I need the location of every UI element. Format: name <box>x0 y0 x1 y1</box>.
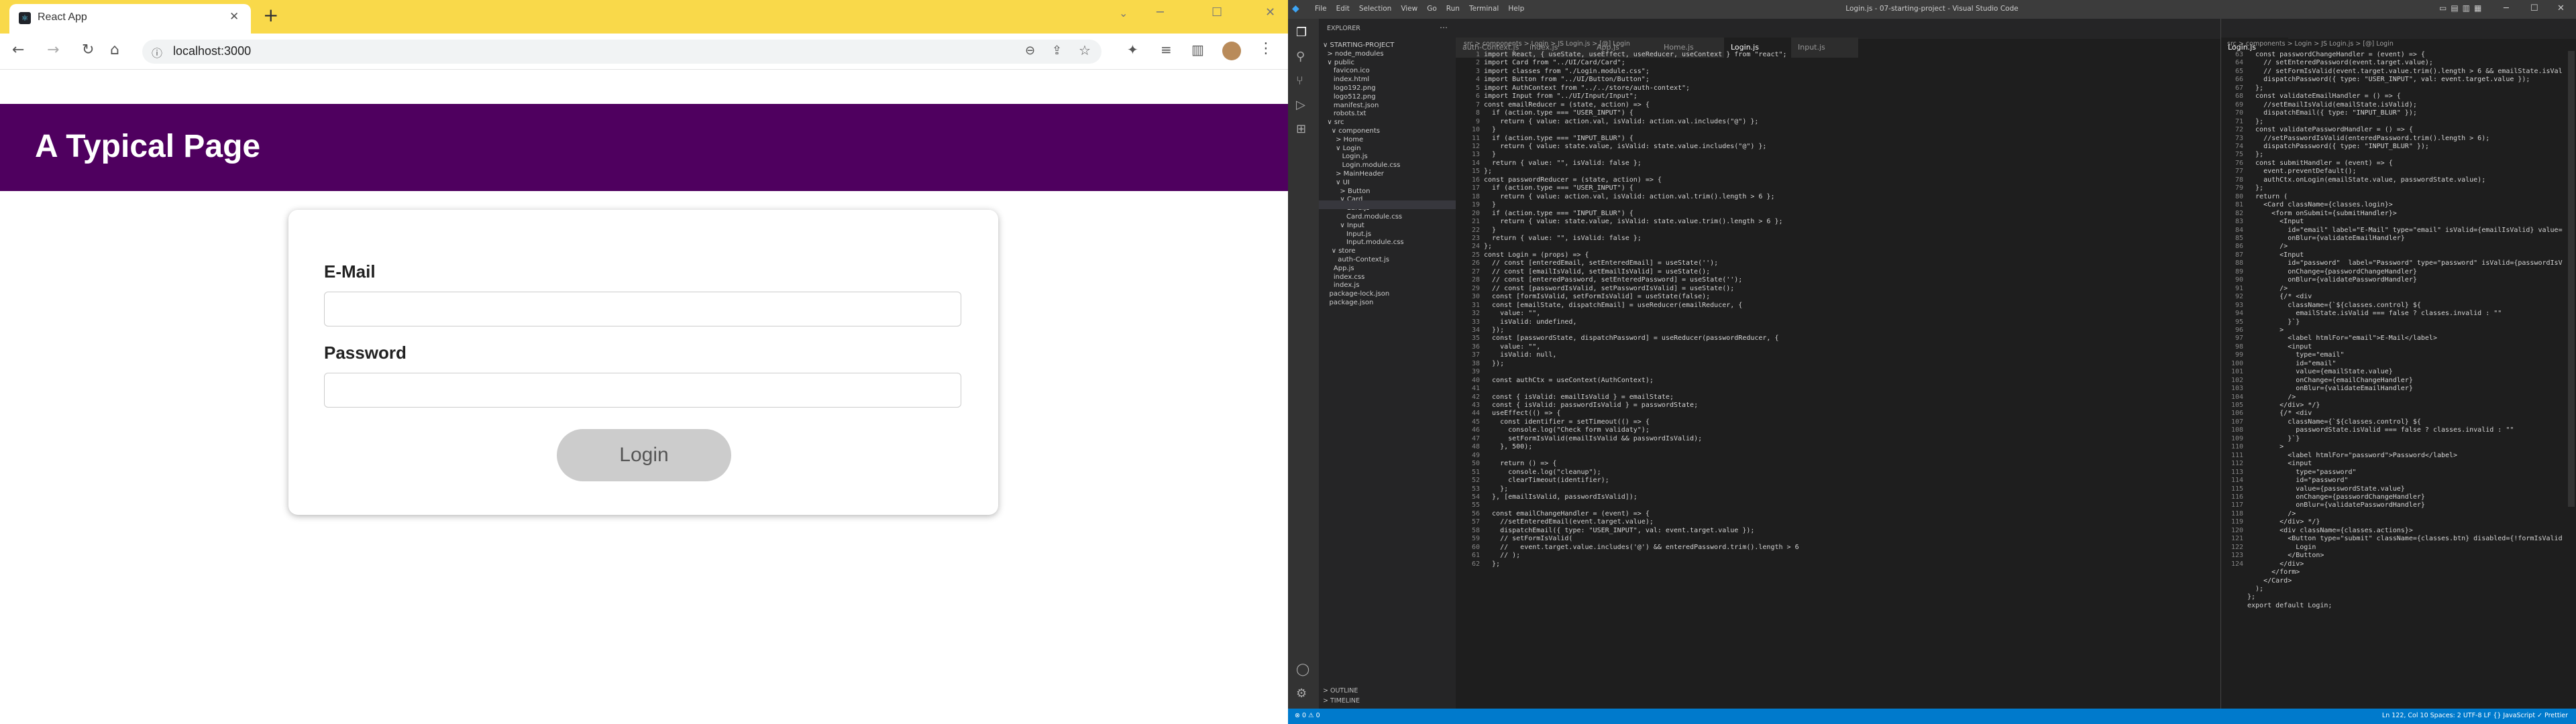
more-actions-icon[interactable]: ⋯ <box>1440 23 1448 32</box>
forward-icon[interactable]: → <box>47 42 59 58</box>
line-numbers-right: 63 64 65 66 67 68 69 70 71 72 73 74 75 7… <box>2231 51 2243 568</box>
browser-window: ⚛ React App ✕ + ⌄ ─ ☐ ✕ ← → ↻ ⌂ ⓘ localh… <box>0 0 1288 724</box>
zoom-icon[interactable]: ⊖ <box>1025 44 1035 58</box>
explorer-title: EXPLORER <box>1327 25 1360 32</box>
reading-list-icon[interactable]: ≡ <box>1161 42 1172 58</box>
file-tree[interactable]: ∨ STARTING-PROJECT > node_modules ∨ publ… <box>1323 42 1454 308</box>
login-button[interactable]: Login <box>557 429 731 481</box>
screen: ⚛ React App ✕ + ⌄ ─ ☐ ✕ ← → ↻ ⌂ ⓘ localh… <box>0 0 2576 724</box>
email-field[interactable] <box>324 292 961 326</box>
url-text: localhost:3000 <box>173 44 252 58</box>
code-editor-right[interactable]: const passwordChangeHandler = (event) =>… <box>2247 51 2563 708</box>
outline-section[interactable]: > OUTLINE <box>1323 687 1358 695</box>
extensions-icon[interactable]: ✦ <box>1127 42 1138 58</box>
account-icon[interactable]: ◯ <box>1296 662 1309 676</box>
back-icon[interactable]: ← <box>12 42 24 58</box>
maximize-icon[interactable]: ☐ <box>1212 5 1222 19</box>
bookmark-star-icon[interactable]: ☆ <box>1079 42 1091 58</box>
status-bar: ⊗ 0 ⚠ 0 Ln 122, Col 10 Spaces: 2 UTF-8 L… <box>1288 709 2576 724</box>
browser-tab[interactable]: ⚛ React App ✕ <box>9 4 251 34</box>
split-divider <box>2220 19 2221 709</box>
share-icon[interactable]: ⇪ <box>1052 44 1062 58</box>
minimize-icon[interactable]: ─ <box>2504 3 2509 13</box>
source-control-icon[interactable]: ⑂ <box>1296 74 1303 88</box>
address-bar[interactable]: ⓘ localhost:3000 ⊖ ⇪ ☆ <box>142 40 1102 64</box>
new-tab-button[interactable]: + <box>263 4 278 26</box>
page-title: A Typical Page <box>35 129 261 164</box>
selected-file-highlight <box>1319 200 1456 209</box>
maximize-icon[interactable]: ☐ <box>2530 3 2538 13</box>
vscode-window: ◆ File Edit Selection View Go Run Terminal Help… <box>1288 0 2576 724</box>
extensions-icon[interactable]: ⊞ <box>1296 122 1306 136</box>
title-bar: ◆ File Edit Selection View Go Run Terminal Help… <box>1288 0 2576 19</box>
minimize-icon[interactable]: ─ <box>1157 5 1164 19</box>
avatar[interactable] <box>1222 42 1241 60</box>
scrollbar[interactable] <box>2568 51 2575 507</box>
password-field[interactable] <box>324 373 961 408</box>
close-window-icon[interactable]: ✕ <box>1265 5 1275 19</box>
window-title: Login.js - 07-starting-project - Visual … <box>1845 5 2019 13</box>
activity-bar: ❐ ⚲ ⑂ ▷ ⊞ ◯ ⚙ <box>1288 19 1319 709</box>
editor-tabs-right: Login.js <box>2221 19 2576 58</box>
line-numbers-left: 1 2 3 4 5 6 7 8 9 10 11 12 13 14 15 16 1… <box>1471 51 1480 568</box>
timeline-section[interactable]: > TIMELINE <box>1323 697 1360 705</box>
site-info-icon[interactable]: ⓘ <box>152 44 162 60</box>
settings-gear-icon[interactable]: ⚙ <box>1296 686 1307 701</box>
editor-status[interactable]: Ln 122, Col 10 Spaces: 2 UTF-8 LF {} Jav… <box>2382 712 2568 719</box>
tab-search-icon[interactable]: ⌄ <box>1119 7 1128 19</box>
breadcrumb[interactable]: src > components > Login > JS Login.js >… <box>2227 40 2394 48</box>
problems-count[interactable]: ⊗ 0 ⚠ 0 <box>1295 712 1320 719</box>
layout-icons[interactable]: ▭▤▥▦ <box>2439 3 2485 13</box>
editor-tabs-left: auth-Context.js index.js App.js Home.js Logi… <box>1456 19 2220 58</box>
explorer-sidebar: EXPLORER ⋯ ∨ STARTING-PROJECT > node_mod… <box>1319 19 1456 709</box>
code-editor-left[interactable]: import React, { useState, useEffect, use… <box>1484 51 2222 708</box>
menu-kebab-icon[interactable]: ⋮ <box>1258 40 1273 57</box>
run-debug-icon[interactable]: ▷ <box>1296 98 1305 112</box>
password-label: Password <box>324 343 407 363</box>
tab-title: React App <box>38 11 87 23</box>
home-icon[interactable]: ⌂ <box>110 42 119 58</box>
reload-icon[interactable]: ↻ <box>82 42 94 58</box>
side-panel-icon[interactable]: ▥ <box>1191 42 1204 58</box>
email-label: E-Mail <box>324 261 376 282</box>
breadcrumb[interactable]: src > components > Login > JS Login.js >… <box>1464 40 1630 48</box>
search-icon[interactable]: ⚲ <box>1296 50 1305 64</box>
main-header: A Typical Page <box>0 104 1288 191</box>
explorer-icon[interactable]: ❐ <box>1296 25 1307 40</box>
close-window-icon[interactable]: ✕ <box>2557 3 2565 13</box>
tab-close-icon[interactable]: ✕ <box>229 10 239 23</box>
react-favicon-icon: ⚛ <box>19 12 31 24</box>
